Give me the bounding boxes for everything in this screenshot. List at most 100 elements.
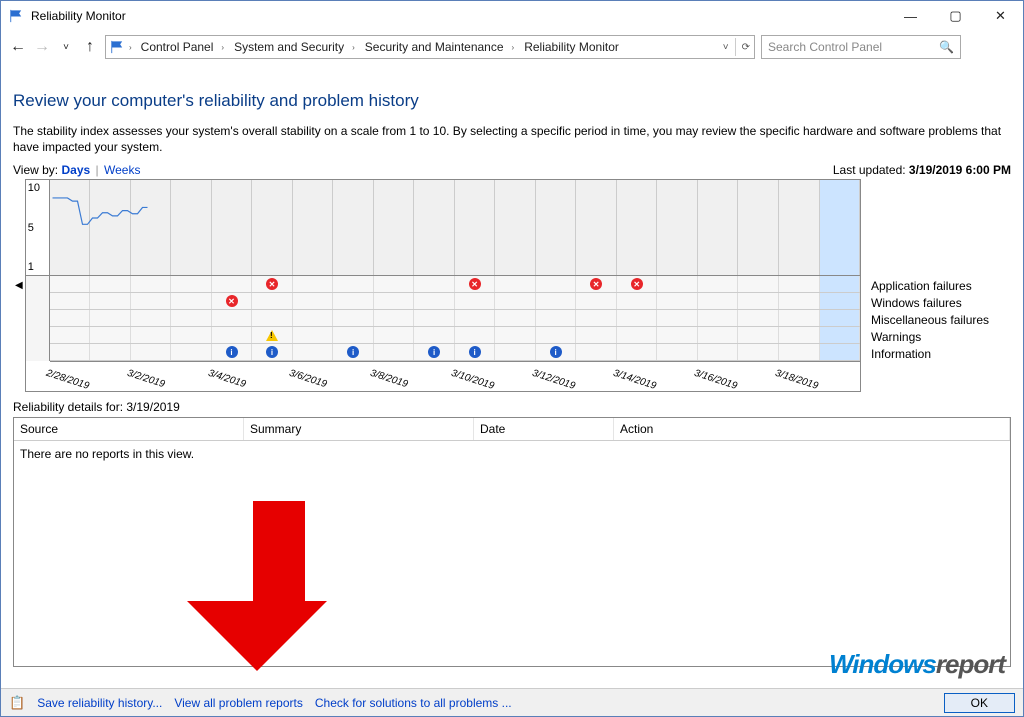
search-input[interactable]: Search Control Panel 🔍 [761,35,961,59]
status-cell[interactable] [455,327,496,343]
minimize-button[interactable]: — [888,1,933,31]
col-date[interactable]: Date [474,418,614,440]
status-cell[interactable] [576,293,617,309]
status-cell[interactable] [90,293,131,309]
status-cell[interactable] [171,276,212,292]
status-cell[interactable]: i [536,344,577,360]
chart-day-column[interactable] [171,180,212,275]
chart-day-column[interactable] [293,180,334,275]
search-icon[interactable]: 🔍 [939,40,954,54]
status-cell[interactable] [171,344,212,360]
status-cell[interactable] [212,310,253,326]
status-cell[interactable] [738,293,779,309]
status-cell[interactable] [779,293,820,309]
breadcrumb-dropdown-icon[interactable]: ˅ [723,42,729,53]
status-cell[interactable] [90,327,131,343]
chart-day-column[interactable] [738,180,779,275]
status-cell[interactable] [657,344,698,360]
col-source[interactable]: Source [14,418,244,440]
status-cell[interactable] [171,293,212,309]
status-cell[interactable] [374,293,415,309]
breadcrumb-item[interactable]: Security and Maintenance› [361,40,518,54]
status-cell[interactable]: i [212,344,253,360]
status-cell[interactable] [50,276,91,292]
status-cell[interactable] [536,310,577,326]
status-cell[interactable] [50,344,91,360]
status-cell[interactable] [495,310,536,326]
status-cell[interactable]: i [455,344,496,360]
chart-day-column[interactable] [779,180,820,275]
chart-scroll-left[interactable]: ◀ [13,280,25,291]
status-cell[interactable] [657,293,698,309]
status-cell[interactable] [536,327,577,343]
chart-day-column[interactable] [374,180,415,275]
status-cell[interactable] [698,327,739,343]
status-cell[interactable]: i [252,344,293,360]
breadcrumb[interactable]: › Control Panel› System and Security› Se… [105,35,755,59]
chart-day-column[interactable] [820,180,861,275]
status-cell[interactable] [738,276,779,292]
chart-day-column[interactable] [333,180,374,275]
status-cell[interactable] [90,310,131,326]
viewby-weeks-link[interactable]: Weeks [104,163,140,177]
status-cell[interactable] [131,327,172,343]
breadcrumb-item[interactable]: Reliability Monitor [520,40,623,54]
forward-button[interactable]: → [33,38,51,56]
status-cell[interactable] [738,310,779,326]
status-cell[interactable] [576,344,617,360]
status-cell[interactable] [698,344,739,360]
status-cell[interactable] [50,293,91,309]
check-solutions-link[interactable]: Check for solutions to all problems ... [315,696,512,710]
chart-day-column[interactable] [576,180,617,275]
up-button[interactable]: ↑ [81,38,99,56]
stability-chart[interactable]: 10 5 1 ✕✕✕✕✕iiiiii 2/28/20193/2/20193/4/… [25,179,861,392]
chart-day-column[interactable] [657,180,698,275]
breadcrumb-item[interactable]: System and Security› [230,40,359,54]
status-cell[interactable] [171,310,212,326]
status-cell[interactable] [576,310,617,326]
status-cell[interactable] [455,293,496,309]
status-cell[interactable] [414,276,455,292]
chart-day-column[interactable] [455,180,496,275]
status-cell[interactable] [536,276,577,292]
status-cell[interactable] [374,310,415,326]
chart-day-column[interactable] [536,180,577,275]
status-cell[interactable]: ✕ [212,293,253,309]
status-cell[interactable] [779,310,820,326]
chart-day-column[interactable] [90,180,131,275]
status-cell[interactable] [495,327,536,343]
status-cell[interactable] [252,293,293,309]
status-cell[interactable]: ✕ [252,276,293,292]
ok-button[interactable]: OK [944,693,1015,713]
col-summary[interactable]: Summary [244,418,474,440]
status-cell[interactable] [698,310,739,326]
status-cell[interactable] [293,310,334,326]
status-cell[interactable] [820,344,861,360]
status-cell[interactable] [131,293,172,309]
status-cell[interactable] [779,276,820,292]
status-cell[interactable] [617,310,658,326]
status-cell[interactable]: ✕ [455,276,496,292]
status-cell[interactable] [212,327,253,343]
status-cell[interactable] [617,327,658,343]
chart-day-column[interactable] [252,180,293,275]
chart-day-column[interactable] [50,180,91,275]
chart-day-column[interactable] [414,180,455,275]
status-cell[interactable] [414,310,455,326]
status-cell[interactable] [820,293,861,309]
status-cell[interactable] [333,293,374,309]
maximize-button[interactable]: ▢ [933,1,978,31]
status-cell[interactable] [50,310,91,326]
status-cell[interactable] [90,276,131,292]
chart-day-column[interactable] [698,180,739,275]
status-cell[interactable] [131,344,172,360]
status-cell[interactable] [779,327,820,343]
status-cell[interactable] [495,344,536,360]
status-cell[interactable] [374,344,415,360]
breadcrumb-home-icon[interactable] [110,40,124,54]
status-cell[interactable] [738,344,779,360]
status-cell[interactable] [374,327,415,343]
status-cell[interactable] [536,293,577,309]
status-cell[interactable] [455,310,496,326]
close-button[interactable]: ✕ [978,1,1023,31]
